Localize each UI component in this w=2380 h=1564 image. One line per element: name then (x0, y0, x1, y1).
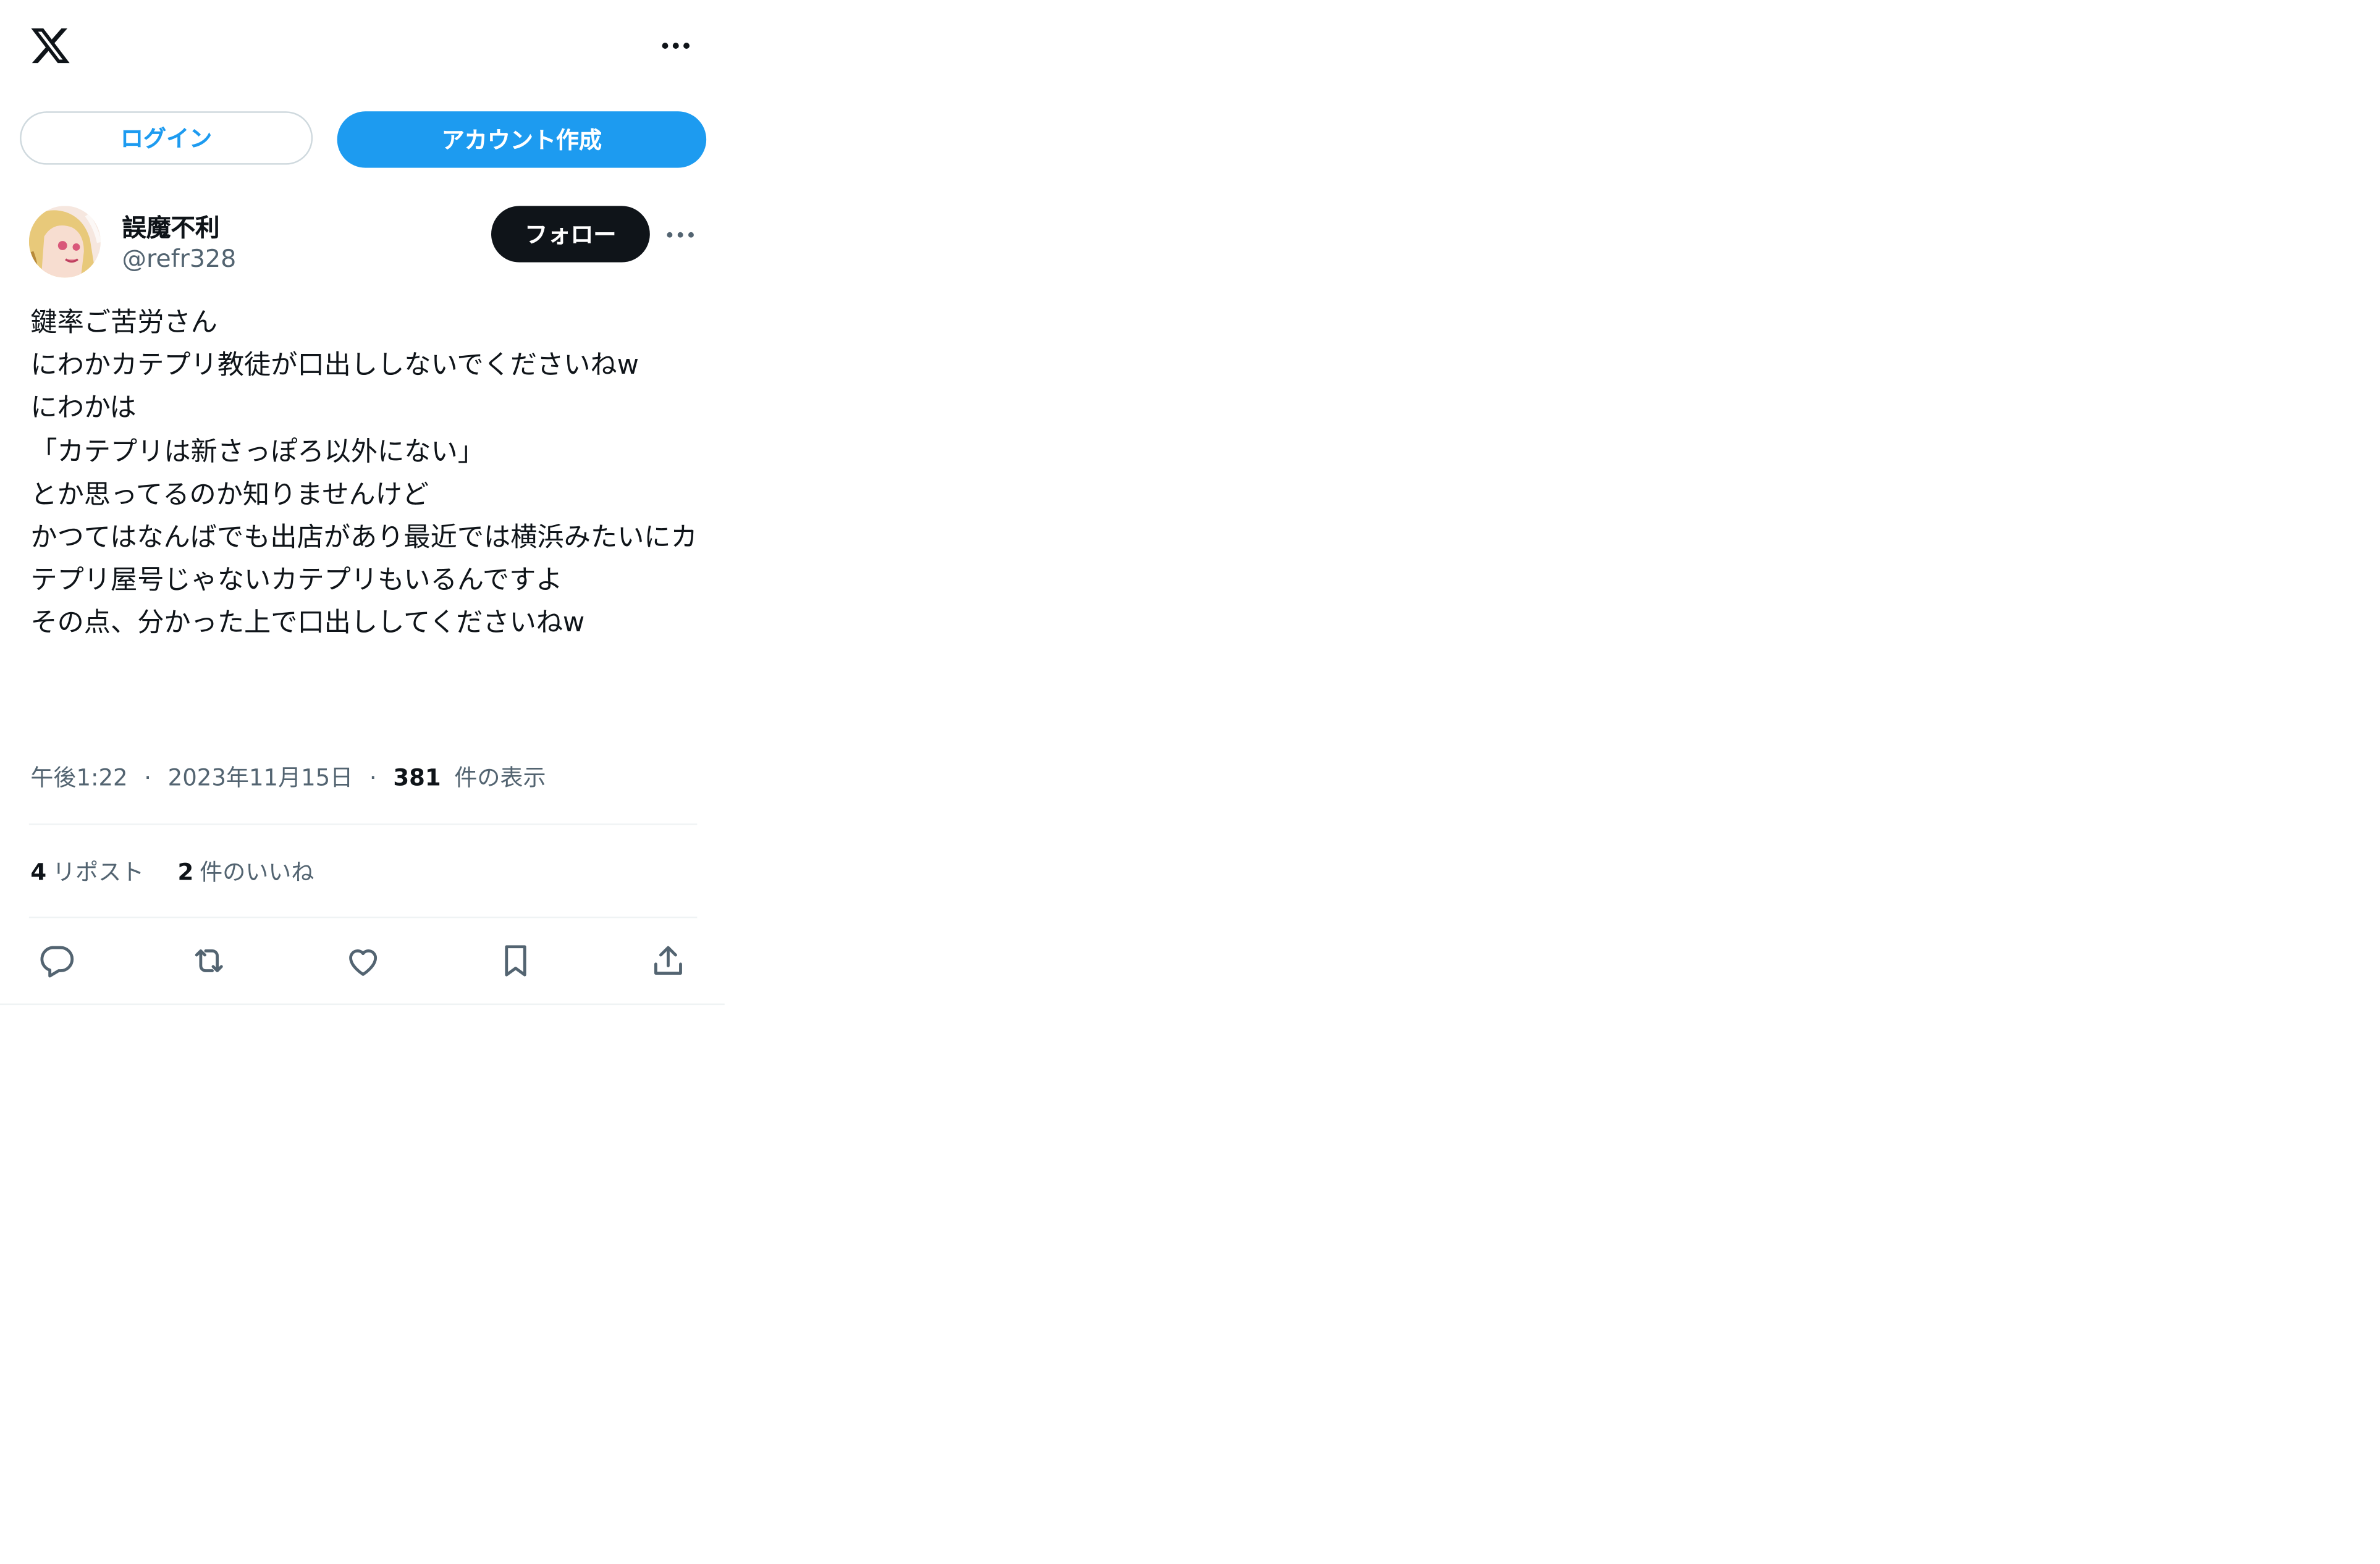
tweet-date[interactable]: 2023年11月15日 (168, 764, 353, 791)
views-label: 件の表示 (454, 763, 546, 792)
bookmark-icon[interactable] (496, 941, 535, 980)
x-logo-icon[interactable] (27, 25, 73, 67)
tweet-page: ログイン アカウント作成 誤魔不利 @refr328 フォロー 鍵率ご苦労さん … (0, 0, 725, 1006)
retweet-icon[interactable] (189, 941, 229, 980)
divider (28, 916, 698, 919)
divider (28, 823, 698, 825)
meta-separator: · (144, 763, 152, 792)
share-icon[interactable] (648, 941, 688, 980)
views-count: 381 (393, 763, 441, 792)
more-options-icon[interactable] (653, 27, 699, 64)
reposts-count: 4 (30, 859, 47, 886)
tweet-more-icon[interactable] (662, 217, 699, 253)
like-icon[interactable] (344, 941, 383, 980)
author-display-name[interactable]: 誤魔不利 (122, 208, 220, 244)
tweet-meta: 午後1:22 · 2023年11月15日 · 381 件の表示 (30, 761, 546, 793)
likes-count: 2 (177, 859, 194, 886)
tweet-stats: 4 リポスト 2 件のいいね (30, 856, 314, 888)
login-button[interactable]: ログイン (20, 111, 313, 165)
avatar[interactable] (28, 206, 101, 278)
author-handle[interactable]: @refr328 (122, 244, 237, 273)
tweet-time[interactable]: 午後1:22 (30, 764, 127, 791)
create-account-button[interactable]: アカウント作成 (337, 111, 707, 168)
meta-separator: · (369, 763, 377, 792)
likes-label: 件のいいね (200, 859, 314, 886)
tweet-text: 鍵率ご苦労さん にわかカテプリ教徒が口出ししないでくださいねw にわかは 「カテ… (30, 308, 698, 640)
reply-icon[interactable] (36, 941, 76, 980)
reposts-stat[interactable]: 4 リポスト (30, 856, 144, 888)
reposts-label: リポスト (53, 859, 145, 886)
follow-button[interactable]: フォロー (491, 206, 650, 263)
likes-stat[interactable]: 2 件のいいね (178, 856, 314, 888)
